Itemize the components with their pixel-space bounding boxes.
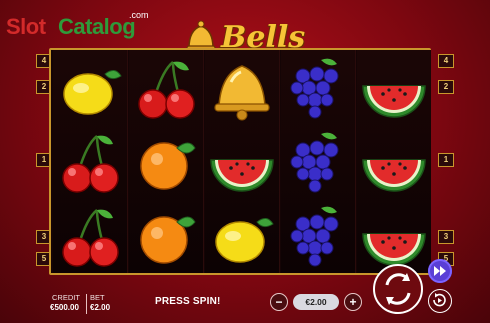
lemon-icon [215,218,274,263]
bet-stepper: − €2.00 + [270,291,366,313]
payline-right-4: 4 [438,54,454,68]
cherry-icon [62,135,119,193]
balance-panel: CREDIT €500.00 BET €2.00 [50,293,120,317]
autoplay-icon [433,293,446,307]
autoplay-button[interactable] [428,289,452,313]
spin-icon [373,264,423,314]
credit-value: €500.00 [50,303,79,312]
grapes-icon [290,206,339,267]
credit-bet-divider [86,294,87,314]
bet-increase-button[interactable]: + [344,293,362,311]
slotcatalog-watermark: Slot Catalog .com [6,6,156,42]
reel-3 [205,50,280,273]
orange-icon [140,142,196,190]
watermark-slot-text: Slot [6,14,46,39]
watermelon-icon [362,85,426,118]
bell-icon [214,65,270,121]
status-message: PRESS SPIN! [155,296,221,307]
reels-area [49,48,431,275]
bet-amount: €2.00 [293,294,339,310]
credit-label: CREDIT [52,293,80,302]
payline-right-3: 3 [438,230,454,244]
spin-button[interactable] [372,263,424,315]
payline-right-2: 2 [438,80,454,94]
orange-icon [140,216,196,264]
cherry-icon [62,209,119,267]
watermark-com-text: .com [129,10,149,20]
watermelon-icon [362,159,426,192]
reel-5 [357,50,431,273]
lemon-icon [63,70,122,115]
watermark-catalog-text: Catalog [58,14,136,39]
fast-forward-icon [434,266,446,276]
bet-label: BET [90,293,105,302]
turbo-button[interactable] [428,259,452,283]
bet-display-value: €2.00 [90,303,111,312]
cherry-icon [138,61,195,119]
reel-4 [281,50,356,273]
grapes-icon [290,132,339,193]
payline-right-1: 1 [438,153,454,167]
bet-decrease-button[interactable]: − [270,293,288,311]
grapes-icon [290,58,339,119]
watermelon-icon [210,159,274,192]
reel-1 [53,50,128,273]
reel-2 [129,50,204,273]
